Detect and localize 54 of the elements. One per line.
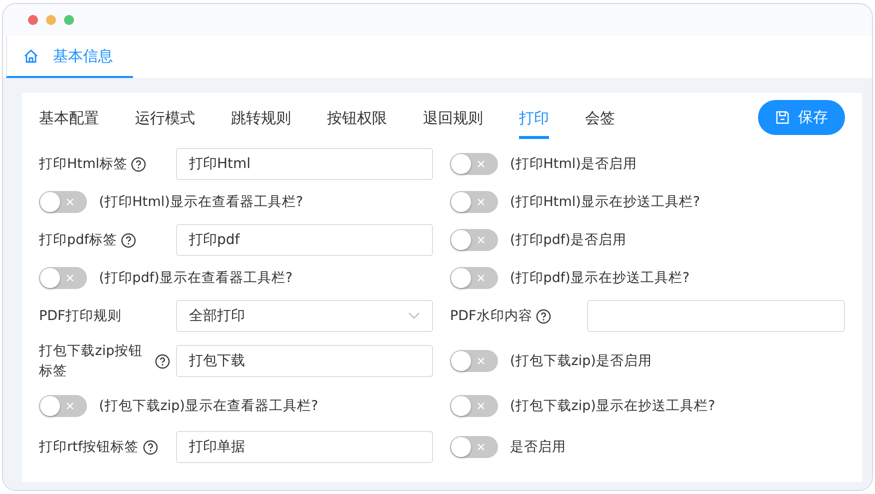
toggle-switch[interactable] — [450, 395, 498, 417]
toggle-switch[interactable] — [450, 436, 498, 458]
select-field[interactable]: 全部打印 — [176, 300, 433, 332]
text-field[interactable] — [587, 300, 845, 332]
switch-label: (打包下载zip)是否启用 — [510, 352, 652, 371]
field-label: PDF水印内容 — [450, 307, 532, 326]
close-icon — [66, 198, 74, 206]
switch-label: (打印pdf)是否启用 — [510, 231, 626, 250]
toggle-switch[interactable] — [39, 395, 87, 417]
switch-label: (打包下载zip)显示在查看器工具栏? — [99, 397, 318, 416]
text-field[interactable]: 打印Html — [176, 148, 433, 180]
close-icon — [477, 357, 485, 365]
toggle-switch[interactable] — [450, 191, 498, 213]
close-dot[interactable] — [28, 15, 38, 25]
switch-label: (打印pdf)显示在抄送工具栏? — [510, 269, 690, 288]
home-icon — [23, 48, 39, 64]
field-label: 打印rtf按钮标签 — [39, 438, 139, 457]
field-label: 打印pdf标签 — [39, 231, 117, 250]
close-icon — [477, 236, 485, 244]
switch-label: (打包下载zip)显示在抄送工具栏? — [510, 397, 716, 416]
settings-tab[interactable]: 基本配置 — [39, 109, 99, 139]
close-icon — [477, 160, 485, 168]
close-icon — [477, 274, 485, 282]
text-field[interactable]: 打印pdf — [176, 224, 433, 256]
close-icon — [66, 402, 74, 410]
close-icon — [477, 198, 485, 206]
chevron-down-icon — [408, 312, 420, 320]
field-label: 打包下载zip按钮标签 — [39, 342, 144, 381]
settings-tab[interactable]: 会签 — [585, 109, 615, 139]
switch-label: (打印pdf)显示在查看器工具栏? — [99, 269, 293, 288]
switch-label: (打印Html)是否启用 — [510, 155, 637, 174]
switch-label: (打印Html)显示在抄送工具栏? — [510, 193, 700, 212]
settings-tab[interactable]: 运行模式 — [135, 109, 195, 139]
settings-tab[interactable]: 按钮权限 — [327, 109, 387, 139]
toggle-switch[interactable] — [450, 153, 498, 175]
settings-tab[interactable]: 退回规则 — [423, 109, 483, 139]
text-field[interactable]: 打包下载 — [176, 345, 433, 377]
toggle-switch[interactable] — [39, 191, 87, 213]
settings-tab[interactable]: 跳转规则 — [231, 109, 291, 139]
switch-label: 是否启用 — [510, 438, 566, 457]
close-icon — [477, 443, 485, 451]
toggle-switch[interactable] — [450, 267, 498, 289]
toggle-switch[interactable] — [450, 350, 498, 372]
save-icon — [775, 110, 790, 125]
close-icon — [66, 274, 74, 282]
toggle-switch[interactable] — [450, 229, 498, 251]
toggle-switch[interactable] — [39, 267, 87, 289]
maximize-dot[interactable] — [64, 15, 74, 25]
switch-label: (打印Html)显示在查看器工具栏? — [99, 193, 304, 212]
text-field[interactable]: 打印单据 — [176, 431, 433, 463]
field-label: 打印Html标签 — [39, 155, 128, 174]
field-label: PDF打印规则 — [39, 307, 122, 326]
minimize-dot[interactable] — [46, 15, 56, 25]
close-icon — [477, 402, 485, 410]
